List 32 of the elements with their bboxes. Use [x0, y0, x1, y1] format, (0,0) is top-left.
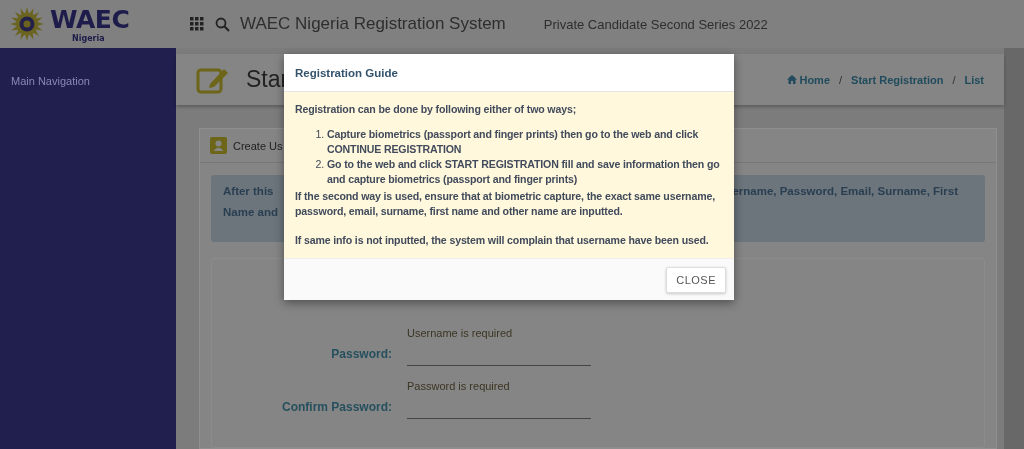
sidebar-heading: Main Navigation [11, 75, 90, 87]
breadcrumb-separator: / [839, 73, 843, 86]
breadcrumb-separator: / [952, 73, 956, 86]
logo-subtext: Nigeria [72, 34, 106, 43]
logo-text: WAEC [50, 5, 130, 34]
modal-title: Registration Guide [295, 66, 398, 79]
step-number: 1. [314, 127, 324, 142]
home-icon [787, 75, 798, 84]
validation-message: Password is required [407, 380, 511, 392]
breadcrumb-link[interactable]: Start Registration [851, 73, 944, 86]
notice-text: After this [223, 185, 275, 197]
close-button[interactable]: CLOSE [666, 266, 726, 293]
page-title: Star [246, 66, 289, 93]
user-icon [210, 137, 227, 154]
intro-text: Registration can be done by following either of two ways; [295, 102, 578, 117]
search-icon[interactable] [215, 16, 230, 32]
notice-text: ername, Password, Email, Surname, First [732, 185, 958, 197]
card-title: Create Us [233, 139, 283, 152]
step-number: 2. [314, 157, 324, 172]
guide-paragraph: If the second way is used, ensure that at biometric capture, the exact same username, password, email, surname, first name and other name are inputted. [295, 189, 716, 219]
validation-message: Username is required [407, 327, 514, 339]
notice-text: Name and [223, 206, 278, 218]
field-label: Confirm Password: [281, 399, 392, 416]
field-label: Password: [330, 346, 392, 363]
session-subtitle: Private Candidate Second Series 2022 [543, 16, 768, 32]
app-title: WAEC Nigeria Registration System [240, 14, 506, 34]
breadcrumb-link[interactable]: Home [787, 73, 830, 86]
apps-grid-icon[interactable] [190, 17, 204, 31]
breadcrumb-link[interactable]: List [964, 73, 984, 86]
step-item: Capture biometrics (passport and finger prints) then go to the web and click CONTINUE REGISTRATION [327, 127, 700, 157]
guide-paragraph: If same info is not inputted, the system will complain that username have been used. [295, 233, 710, 248]
step-item: Go to the web and click START REGISTRATION fill and save information then go and capture biometrics (passport and finger prints) [327, 157, 721, 187]
